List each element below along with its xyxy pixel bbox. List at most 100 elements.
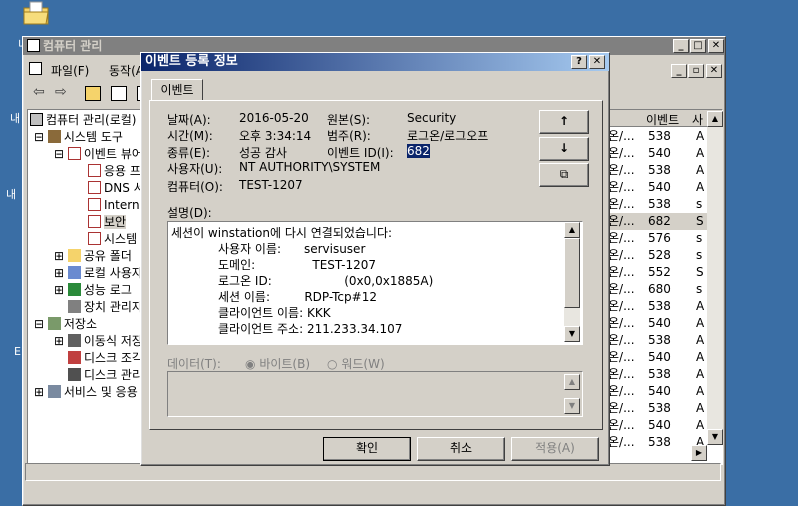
maximize-button[interactable]: □ [690, 39, 706, 53]
folder-icon[interactable] [22, 0, 50, 26]
table-row[interactable]: 온/... 540 A [608, 145, 722, 162]
table-row[interactable]: 온/... 538 A [608, 366, 722, 383]
help-button[interactable]: ? [571, 55, 587, 69]
copy-button[interactable]: ⧉ [539, 163, 589, 187]
expand-icon[interactable]: ⊞ [34, 385, 44, 399]
minimize-button[interactable]: _ [673, 39, 689, 53]
tree-item-system-log[interactable]: 시스템 [88, 231, 137, 248]
collapse-icon[interactable]: ⊟ [34, 317, 44, 331]
next-event-button[interactable]: ↓ [539, 137, 589, 161]
table-cell: 온/... [608, 299, 635, 313]
table-cell: S [696, 214, 704, 228]
dialog-close-button[interactable]: ✕ [589, 55, 605, 69]
collapse-icon[interactable]: ⊟ [54, 147, 64, 161]
tree-item-shared-folders[interactable]: ⊞ 공유 폴더 [54, 248, 132, 265]
back-icon[interactable]: ⇦ [33, 84, 45, 100]
expand-icon[interactable]: ⊞ [54, 266, 64, 280]
child-minimize-button[interactable]: _ [671, 64, 687, 78]
table-row[interactable]: 온/... 538 A [608, 400, 722, 417]
tree-item-local-users[interactable]: ⊞ 로컬 사용자 [54, 265, 143, 282]
list-vertical-scrollbar[interactable] [707, 111, 723, 445]
scroll-up-arrow-icon[interactable]: ▲ [564, 222, 580, 238]
expand-icon[interactable]: ⊞ [54, 249, 64, 263]
data-box[interactable]: ▲ ▼ [167, 371, 583, 417]
up-folder-icon[interactable] [85, 86, 101, 101]
scroll-thumb[interactable] [564, 238, 580, 308]
dialog-title-bar[interactable]: 이벤트 등록 정보 [141, 53, 609, 71]
child-close-button[interactable]: ✕ [706, 64, 722, 78]
tab-event[interactable]: 이벤트 [151, 79, 203, 101]
table-row[interactable]: 온/... 540 A [608, 349, 722, 366]
menu-file[interactable]: 파일(F) [51, 62, 89, 79]
table-row[interactable]: 온/... 552 S [608, 264, 722, 281]
table-row[interactable]: 온/... 528 s [608, 247, 722, 264]
table-cell: 538 [648, 163, 671, 177]
apply-button[interactable]: 적용(A) [511, 437, 599, 461]
table-row[interactable]: 온/... 540 A [608, 179, 722, 196]
table-cell: S [696, 265, 704, 279]
table-row[interactable]: 온/... 680 s [608, 281, 722, 298]
table-cell: 온/... [608, 401, 635, 415]
table-cell: 온/... [608, 231, 635, 245]
computer-icon [30, 113, 43, 126]
scroll-up-arrow-icon[interactable]: ▲ [564, 374, 580, 390]
table-row[interactable]: 온/... 540 A [608, 417, 722, 434]
storage-icon [47, 317, 61, 330]
table-cell: 528 [648, 248, 671, 262]
user-label: 사용자(U): [167, 162, 223, 176]
computer-icon [27, 39, 40, 52]
scroll-down-arrow-icon[interactable]: ▼ [564, 326, 580, 342]
event-id-value[interactable]: 682 [407, 144, 430, 158]
table-row[interactable]: 온/... 538 A [608, 332, 722, 349]
table-cell: A [696, 146, 705, 160]
column-header-user[interactable]: 사 [692, 111, 703, 128]
scroll-down-arrow-icon[interactable]: ▼ [564, 398, 580, 414]
tree-item-performance-logs[interactable]: ⊞ 성능 로그 [54, 282, 132, 299]
show-tree-icon[interactable] [111, 86, 127, 101]
event-viewer-icon [67, 147, 81, 160]
table-row[interactable]: 온/... 540 A [608, 315, 722, 332]
services-icon [47, 385, 61, 398]
tree-item-storage[interactable]: ⊟ 저장소 [34, 316, 97, 333]
expand-icon[interactable]: ⊞ [54, 334, 64, 348]
column-header-event[interactable]: 이벤트 [646, 111, 679, 128]
table-row[interactable]: 온/... 538 A [608, 298, 722, 315]
previous-event-button[interactable]: ↑ [539, 110, 589, 134]
tree-item-computer-management[interactable]: 컴퓨터 관리(로컬) [30, 112, 136, 129]
device-manager-icon [68, 300, 81, 313]
ok-button[interactable]: 확인 [323, 437, 411, 461]
scroll-up-arrow-icon[interactable]: ▲ [707, 111, 723, 127]
tree-item-disk-management[interactable]: 디스크 관리 [68, 367, 143, 384]
radio-words[interactable]: ○ 워드(W) [327, 355, 385, 372]
radio-bytes[interactable]: ◉ 바이트(B) [245, 355, 310, 372]
table-cell: 538 [648, 129, 671, 143]
tree-item-system-tools[interactable]: ⊟ 시스템 도구 [34, 129, 123, 146]
copy-icon: ⧉ [559, 167, 569, 181]
table-row[interactable]: 온/... 538 s [608, 196, 722, 213]
expand-icon[interactable]: ⊞ [54, 283, 64, 297]
description-box[interactable]: 세션이 winstation에 다시 연결되었습니다: 사용자 이름: serv… [167, 221, 583, 345]
table-row[interactable]: 온/... 538 A [608, 162, 722, 179]
description-line: 클라이언트 주소: 211.233.34.107 [218, 322, 403, 336]
cancel-button[interactable]: 취소 [417, 437, 505, 461]
collapse-icon[interactable]: ⊟ [34, 130, 44, 144]
arrow-down-icon: ↓ [558, 141, 570, 155]
tree-item-device-manager[interactable]: 장치 관리자 [68, 299, 143, 316]
scroll-down-arrow-icon[interactable]: ▼ [707, 429, 723, 445]
table-row[interactable]: 온/... 682 S [608, 213, 722, 230]
tree-item-removable-storage[interactable]: ⊞ 이동식 저장소 [54, 333, 154, 350]
close-button[interactable]: ✕ [708, 39, 724, 53]
table-cell: 온/... [608, 435, 635, 449]
child-restore-button[interactable]: ▫ [688, 64, 704, 78]
scroll-right-arrow-icon[interactable]: ▶ [691, 445, 707, 461]
table-row[interactable]: 온/... 538 A [608, 128, 722, 145]
tree-item-security-log[interactable]: 보안 [88, 214, 127, 231]
radio-unselected-icon: ○ [327, 357, 338, 371]
table-cell: A [696, 129, 705, 143]
tree-item-event-viewer[interactable]: ⊟ 이벤트 뷰어 [54, 146, 143, 163]
table-row[interactable]: 온/... 576 s [608, 230, 722, 247]
table-cell: A [696, 418, 705, 432]
forward-icon[interactable]: ⇨ [55, 84, 67, 100]
table-cell: 552 [648, 265, 671, 279]
table-row[interactable]: 온/... 540 A [608, 383, 722, 400]
